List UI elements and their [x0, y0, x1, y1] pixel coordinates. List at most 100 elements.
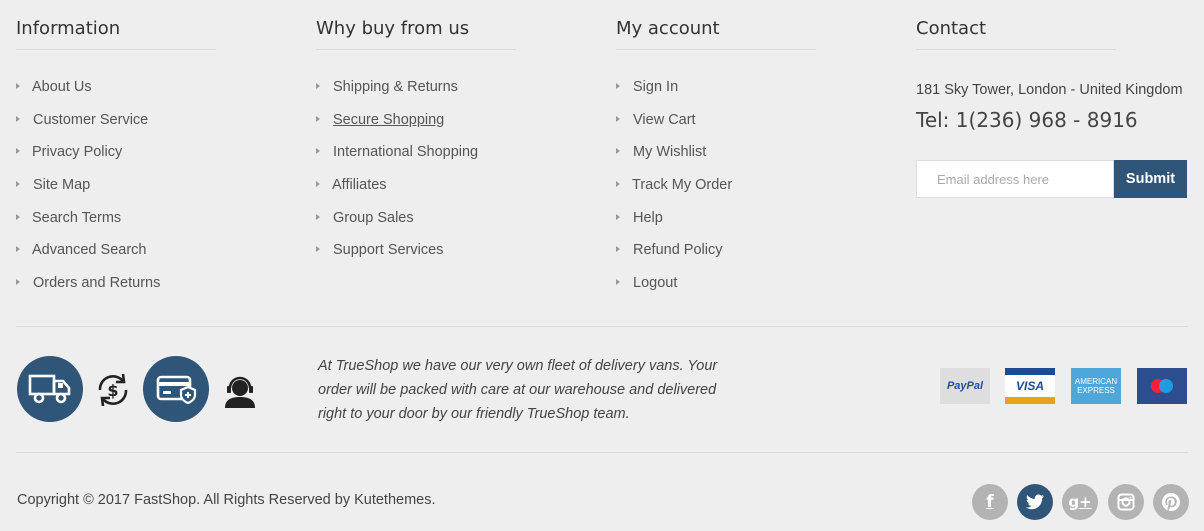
sign-in-link[interactable]: Sign In [633, 79, 678, 95]
bullet-arrow-icon [316, 181, 320, 188]
service-icons: $ [17, 356, 267, 424]
secure-shopping-link[interactable]: Secure Shopping [333, 112, 444, 128]
bullet-arrow-icon [616, 148, 620, 155]
list-item: Support Services [316, 234, 606, 267]
list-item: Orders and Returns [16, 267, 306, 300]
newsletter-form: Submit [916, 160, 1187, 198]
group-sales-link[interactable]: Group Sales [333, 210, 414, 226]
bullet-arrow-icon [16, 181, 20, 188]
search-terms-link[interactable]: Search Terms [32, 210, 121, 226]
contact-address: 181 Sky Tower, London - United Kingdom [916, 82, 1183, 98]
list-item: Group Sales [316, 202, 606, 235]
international-shopping-link[interactable]: International Shopping [333, 144, 478, 160]
list-item: Shipping & Returns [316, 71, 606, 104]
bullet-arrow-icon [616, 115, 620, 122]
refund-policy-link[interactable]: Refund Policy [633, 242, 722, 258]
information-heading: Information [16, 18, 216, 50]
list-item: Affiliates [316, 169, 606, 202]
site-map-link[interactable]: Site Map [33, 177, 90, 193]
pinterest-icon[interactable] [1153, 484, 1189, 520]
facebook-label: f [986, 492, 994, 512]
submit-button[interactable]: Submit [1114, 160, 1187, 198]
facebook-icon[interactable]: f [972, 484, 1008, 520]
visa-icon: VISA [1005, 368, 1055, 404]
affiliates-link[interactable]: Affiliates [332, 177, 387, 193]
amex-label-2: EXPRESS [1077, 386, 1115, 395]
list-item: Sign In [616, 71, 906, 104]
amex-label-1: AMERICAN [1074, 377, 1118, 386]
copyright-text: Copyright © 2017 FastShop. All Rights Re… [17, 492, 436, 508]
google-plus-label: g+ [1068, 493, 1092, 511]
visa-label: VISA [1015, 379, 1044, 393]
social-links: f g+ [972, 484, 1190, 520]
why-buy-links: Shipping & Returns Secure Shopping Inter… [316, 71, 606, 267]
list-item: Track My Order [616, 169, 906, 202]
list-item: Site Map [16, 169, 306, 202]
why-buy-heading: Why buy from us [316, 18, 516, 50]
contact-column: Contact 181 Sky Tower, London - United K… [916, 18, 1204, 198]
why-buy-column: Why buy from us Shipping & Returns Secur… [316, 18, 606, 267]
list-item: International Shopping [316, 136, 606, 169]
divider [16, 326, 1188, 327]
shipping-returns-link[interactable]: Shipping & Returns [333, 79, 458, 95]
help-link[interactable]: Help [633, 210, 663, 226]
logout-link[interactable]: Logout [633, 275, 677, 291]
bullet-arrow-icon [316, 246, 320, 253]
list-item: My Wishlist [616, 136, 906, 169]
email-field[interactable] [916, 160, 1114, 198]
view-cart-link[interactable]: View Cart [633, 112, 696, 128]
payment-methods: PayPal VISA AMERICAN EXPRESS [940, 368, 1188, 404]
list-item: Customer Service [16, 104, 306, 137]
bullet-arrow-icon [16, 83, 20, 89]
list-item: Search Terms [16, 202, 306, 235]
bullet-arrow-icon [316, 83, 320, 89]
google-plus-icon[interactable]: g+ [1062, 484, 1098, 520]
list-item: About Us [16, 71, 306, 104]
my-account-links: Sign In View Cart My Wishlist Track My O… [616, 71, 906, 300]
customer-support-icon [220, 370, 260, 410]
contact-heading: Contact [916, 18, 1116, 50]
bullet-arrow-icon [616, 83, 620, 89]
paypal-label: PayPal [946, 380, 984, 392]
bullet-arrow-icon [616, 279, 620, 286]
about-us-link[interactable]: About Us [32, 79, 92, 95]
divider [16, 452, 1188, 453]
bullet-arrow-icon [16, 246, 20, 253]
american-express-icon: AMERICAN EXPRESS [1071, 368, 1121, 404]
bullet-arrow-icon [16, 279, 20, 286]
information-links: About Us Customer Service Privacy Policy… [16, 71, 306, 300]
delivery-truck-icon [17, 356, 83, 422]
list-item: Refund Policy [616, 234, 906, 267]
footer-columns: Information About Us Customer Service Pr… [0, 0, 1204, 320]
bullet-arrow-icon [616, 181, 620, 188]
money-back-icon: $ [93, 370, 133, 410]
my-account-column: My account Sign In View Cart My Wishlist… [616, 18, 906, 300]
contact-phone: Tel: 1(236) 968 - 8916 [916, 108, 1138, 132]
my-wishlist-link[interactable]: My Wishlist [633, 144, 706, 160]
bullet-arrow-icon [616, 246, 620, 253]
list-item: Help [616, 202, 906, 235]
instagram-icon[interactable] [1108, 484, 1144, 520]
customer-service-link[interactable]: Customer Service [33, 112, 148, 128]
list-item: Privacy Policy [16, 136, 306, 169]
privacy-policy-link[interactable]: Privacy Policy [32, 144, 122, 160]
bullet-arrow-icon [16, 213, 20, 220]
list-item: View Cart [616, 104, 906, 137]
bullet-arrow-icon [316, 213, 320, 220]
bullet-arrow-icon [316, 115, 320, 122]
bullet-arrow-icon [16, 115, 20, 122]
secure-payment-card-icon [143, 356, 209, 422]
paypal-icon: PayPal [940, 368, 990, 404]
orders-and-returns-link[interactable]: Orders and Returns [33, 275, 160, 291]
support-services-link[interactable]: Support Services [333, 242, 443, 258]
advanced-search-link[interactable]: Advanced Search [32, 242, 146, 258]
information-column: Information About Us Customer Service Pr… [16, 18, 306, 300]
twitter-icon[interactable] [1017, 484, 1053, 520]
list-item: Logout [616, 267, 906, 300]
bullet-arrow-icon [316, 148, 320, 155]
bullet-arrow-icon [16, 148, 20, 155]
track-my-order-link[interactable]: Track My Order [632, 177, 732, 193]
svg-text:$: $ [107, 381, 118, 400]
list-item: Advanced Search [16, 234, 306, 267]
my-account-heading: My account [616, 18, 816, 50]
